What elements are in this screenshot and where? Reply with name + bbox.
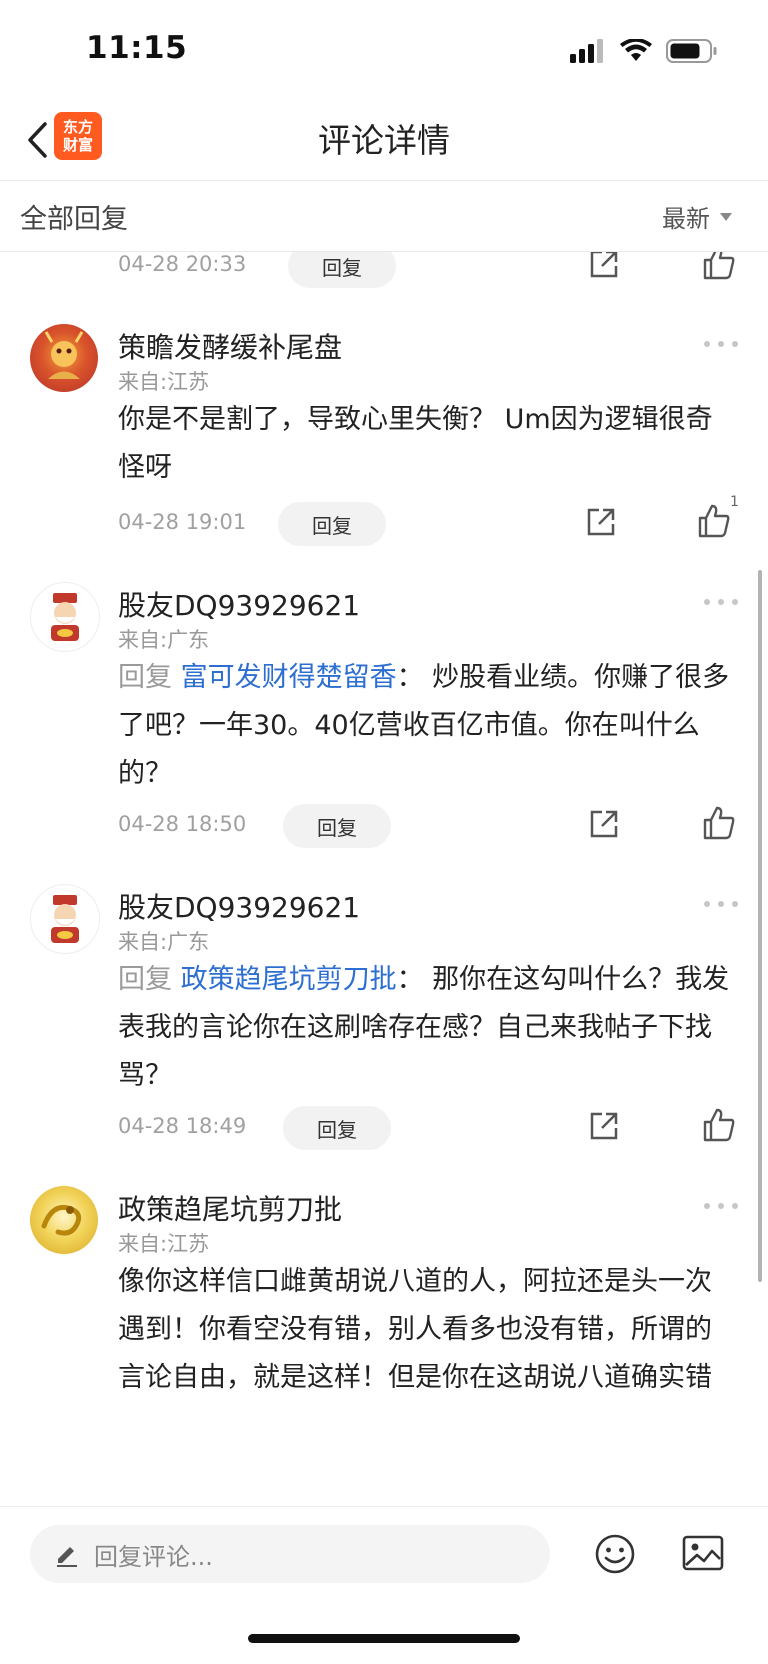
comment-text: 像你这样信口雌黄胡说八道的人，阿拉还是头一次遇到！你看空没有错，别人看多也没有错… — [118, 1258, 734, 1402]
dot — [718, 1203, 724, 1209]
share-icon[interactable] — [585, 506, 617, 538]
dot — [732, 599, 738, 605]
reply-button[interactable]: 回复 — [288, 252, 396, 288]
comment-location: 来自:江苏 — [118, 1232, 210, 1256]
reply-input[interactable]: 回复评论... — [30, 1525, 550, 1583]
thumbs-up-icon[interactable] — [703, 252, 735, 280]
more-options-button[interactable] — [704, 334, 738, 354]
mention-link[interactable]: 富可发财得楚留香 — [181, 662, 397, 693]
comment-username[interactable]: 股友DQ93929621 — [118, 584, 360, 624]
thumbs-up-icon[interactable] — [703, 1108, 735, 1142]
fortune-god-avatar-icon — [51, 593, 79, 641]
comment-date: 04-28 18:49 — [118, 1114, 247, 1138]
triangle-down-icon — [720, 212, 732, 221]
comment-text: 回复 政策趋尾坑剪刀批： 那你在这勾叫什么？我发表我的言论你在这刷啥存在感？自己… — [118, 956, 734, 1100]
more-options-button[interactable] — [704, 894, 738, 914]
like-count: 1 — [730, 494, 739, 510]
comment-body: 你是不是割了，导致心里失衡？ Um因为逻辑很奇怪呀 — [118, 404, 713, 483]
comment-date: 04-28 19:01 — [118, 510, 247, 534]
status-time: 11:15 — [86, 30, 188, 66]
dot — [704, 901, 710, 907]
image-icon[interactable] — [682, 1535, 724, 1571]
comment-location: 来自:江苏 — [118, 370, 210, 394]
golden-dragon-avatar-icon — [41, 1204, 82, 1236]
reply-input-placeholder: 回复评论... — [94, 1542, 213, 1571]
reply-button[interactable]: 回复 — [283, 804, 391, 848]
home-indicator[interactable] — [248, 1634, 520, 1643]
comment-text: 回复 富可发财得楚留香： 炒股看业绩。你赚了很多了吧？一年30。40亿营收百亿市… — [118, 654, 734, 798]
reply-prefix: 回复 — [118, 662, 172, 693]
page-title: 评论详情 — [318, 121, 450, 160]
thumbs-up-icon[interactable] — [703, 806, 735, 840]
sort-label: 最新 — [662, 205, 710, 233]
thumbs-up-icon[interactable] — [698, 504, 730, 538]
dot — [704, 599, 710, 605]
fortune-god-avatar-icon — [51, 895, 79, 943]
dot — [704, 1203, 710, 1209]
comment-date: 04-28 20:33 — [118, 252, 247, 276]
filter-bar: 全部回复 最新 — [0, 181, 768, 252]
nav-bar: 东方 财富 评论详情 — [0, 100, 768, 181]
comment-meta: 04-28 18:49 回复 — [118, 1104, 738, 1152]
scrollbar[interactable] — [758, 570, 762, 1282]
comment-username[interactable]: 股友DQ93929621 — [118, 886, 360, 926]
comment-location: 来自:广东 — [118, 628, 210, 652]
all-replies-label: 全部回复 — [20, 204, 128, 235]
more-options-button[interactable] — [704, 1196, 738, 1216]
wifi-icon — [620, 39, 652, 61]
comment-body: 像你这样信口雌黄胡说八道的人，阿拉还是头一次遇到！你看空没有错，别人看多也没有错… — [118, 1266, 712, 1393]
dot — [732, 1203, 738, 1209]
dot — [718, 599, 724, 605]
dot — [704, 341, 710, 347]
comment-meta: 04-28 19:01 回复 1 — [118, 494, 739, 548]
pencil-icon — [57, 1547, 77, 1567]
reply-button[interactable]: 回复 — [283, 1106, 391, 1150]
user-avatar[interactable] — [30, 884, 100, 954]
dot — [718, 901, 724, 907]
comment-meta: 04-28 20:33 回复 — [118, 252, 738, 290]
dot — [732, 901, 738, 907]
reply-prefix: 回复 — [118, 964, 172, 995]
mention-link[interactable]: 政策趋尾坑剪刀批 — [181, 964, 397, 995]
more-options-button[interactable] — [704, 592, 738, 612]
comment-date: 04-28 18:50 — [118, 812, 247, 836]
comment-feed[interactable]: 04-28 20:33 回复 策瞻发酵缓补尾盘 来自:江苏 你是不是割了，导致心… — [0, 252, 768, 1507]
user-avatar[interactable] — [30, 582, 100, 652]
dragon-avatar-icon — [44, 331, 84, 379]
status-bar: 11:15 — [0, 0, 768, 100]
comment-username[interactable]: 策瞻发酵缓补尾盘 — [118, 326, 342, 366]
share-icon[interactable] — [588, 252, 620, 280]
sort-dropdown[interactable]: 最新 — [662, 199, 732, 234]
comment-text: 你是不是割了，导致心里失衡？ Um因为逻辑很奇怪呀 — [118, 396, 734, 492]
dot — [718, 341, 724, 347]
comment-meta: 04-28 18:50 回复 — [118, 802, 738, 850]
reply-button[interactable]: 回复 — [278, 502, 386, 546]
user-avatar[interactable] — [30, 324, 98, 392]
cellular-signal-icon — [570, 39, 603, 63]
dot — [732, 341, 738, 347]
status-icons — [570, 38, 718, 64]
share-icon[interactable] — [588, 1110, 620, 1142]
emoji-icon[interactable] — [594, 1533, 636, 1575]
share-icon[interactable] — [588, 808, 620, 840]
comment-username[interactable]: 政策趋尾坑剪刀批 — [118, 1188, 342, 1228]
comment-location: 来自:广东 — [118, 930, 210, 954]
user-avatar[interactable] — [30, 1186, 98, 1254]
battery-icon — [666, 39, 717, 63]
